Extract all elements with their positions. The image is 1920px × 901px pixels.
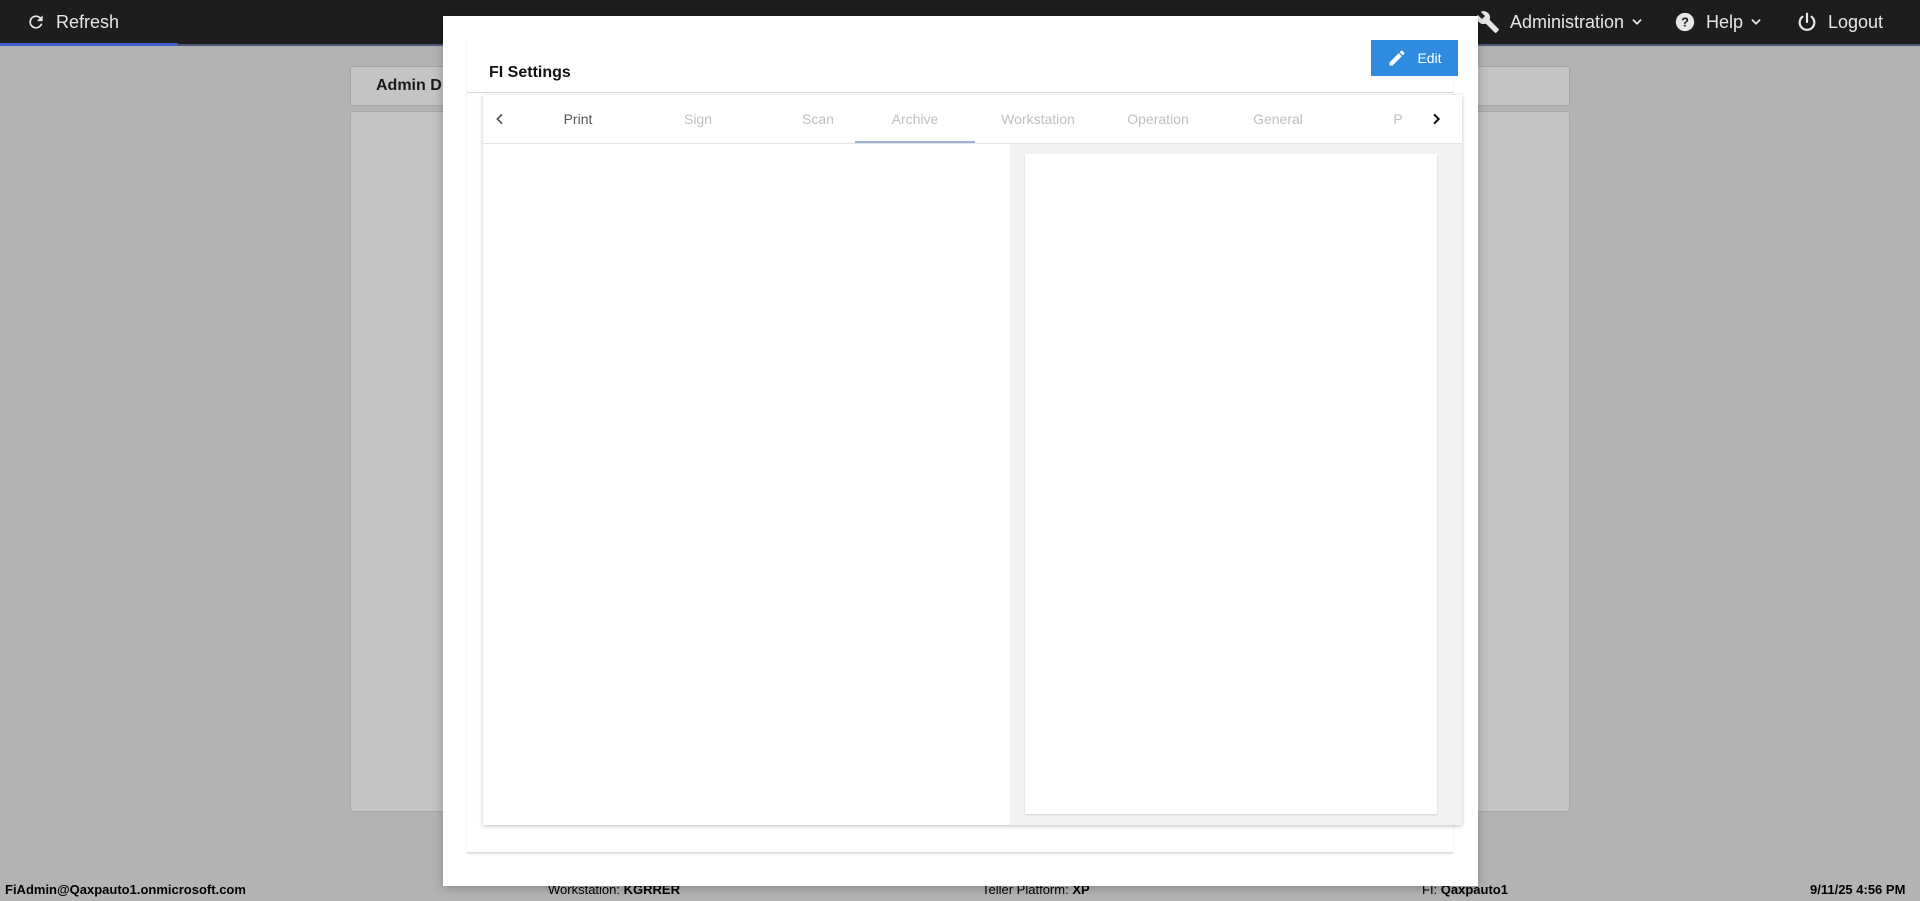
tab-sign[interactable]: Sign (638, 95, 758, 143)
pencil-icon (1389, 50, 1405, 66)
edit-button[interactable]: Edit (1371, 40, 1458, 76)
status-datetime: 9/11/25 4:56 PM (1810, 882, 1906, 897)
chevron-left-icon (496, 113, 503, 125)
edit-label: Edit (1417, 50, 1442, 66)
status-user: FiAdmin@Qaxpauto1.onmicrosoft.com (5, 882, 246, 897)
dialog-title: FI Settings (489, 64, 571, 81)
help-label: Help (1706, 11, 1744, 32)
chevron-down-icon (1751, 19, 1761, 25)
tab-scroll-left-button[interactable] (488, 107, 512, 131)
tab-general[interactable]: General (1218, 95, 1338, 143)
logout-button[interactable]: Logout (1796, 0, 1883, 44)
settings-left-pane (483, 144, 1010, 825)
tab-bar: Print Sign Scan Archive Workstation Oper… (483, 95, 1462, 144)
loading-progress-bar (0, 43, 178, 46)
help-menu[interactable]: ? Help (1674, 0, 1763, 44)
power-icon (1798, 12, 1816, 31)
tab-workstation[interactable]: Workstation (978, 95, 1098, 143)
tab-archive[interactable]: Archive (855, 95, 975, 143)
administration-label: Administration (1510, 11, 1625, 32)
tab-print[interactable]: Print (518, 95, 638, 143)
refresh-icon (29, 15, 43, 29)
settings-right-pane (1025, 154, 1437, 814)
title-divider (467, 92, 1453, 93)
refresh-label: Refresh (56, 11, 120, 32)
wrench-icon (1476, 11, 1499, 33)
tab-operation[interactable]: Operation (1098, 95, 1218, 143)
administration-menu[interactable]: Administration (1476, 0, 1644, 44)
svg-text:?: ? (1681, 15, 1689, 30)
chevron-right-icon (1433, 113, 1441, 125)
admin-dashboard-title: Admin D (376, 77, 442, 94)
refresh-button[interactable]: Refresh (26, 0, 119, 44)
settings-tabs-panel: Print Sign Scan Archive Workstation Oper… (483, 95, 1462, 825)
chevron-down-icon (1632, 19, 1642, 25)
tab-scroll-right-button[interactable] (1424, 107, 1448, 131)
logout-label: Logout (1828, 11, 1884, 32)
help-circle-icon: ? (1675, 12, 1695, 32)
